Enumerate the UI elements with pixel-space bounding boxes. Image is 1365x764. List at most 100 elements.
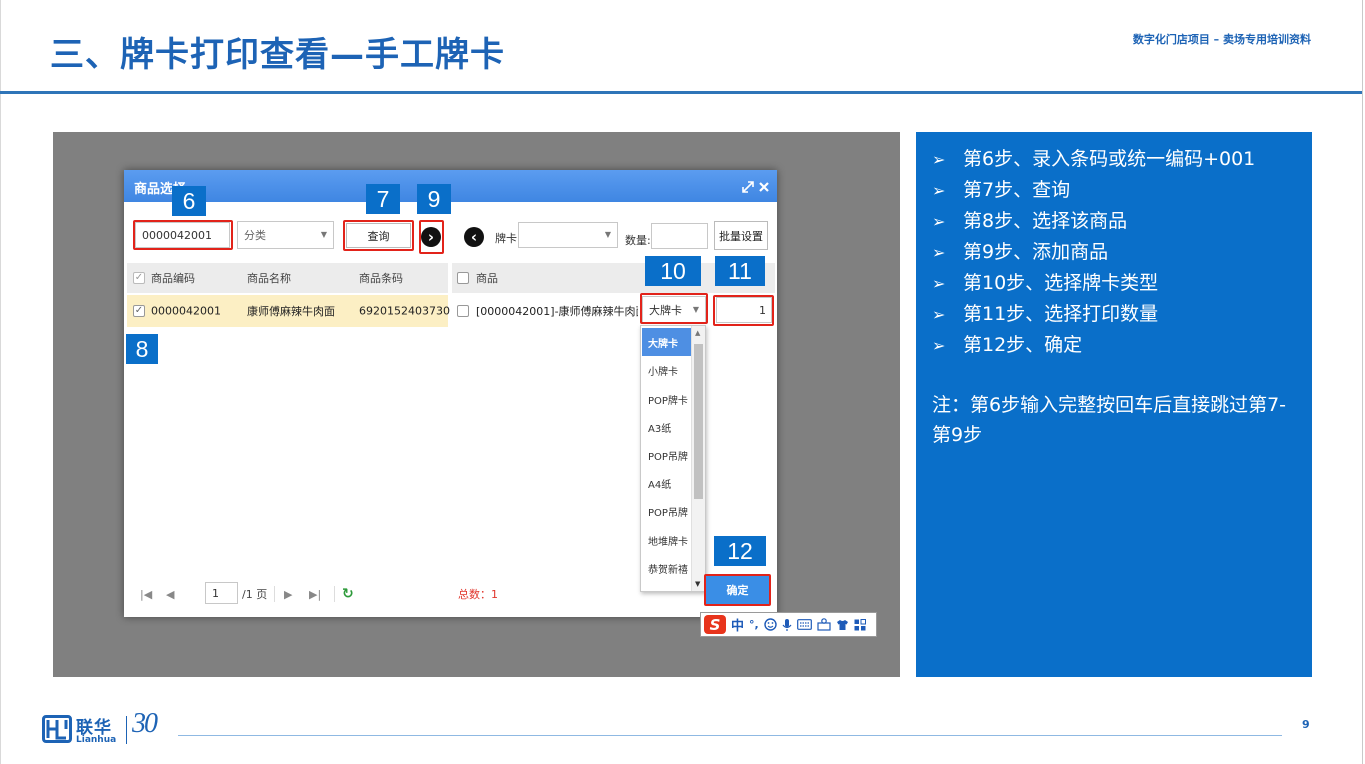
pager-divider xyxy=(274,586,275,602)
slide-left-edge xyxy=(0,0,1,764)
ime-language-toggle[interactable]: 中 xyxy=(731,615,744,634)
step-item: ➢ 第10步、选择牌卡类型 xyxy=(932,268,1158,295)
row-name: 康师傅麻辣牛肉面 xyxy=(247,305,335,318)
option-item[interactable]: A3纸 xyxy=(642,413,692,441)
slide: 三、牌卡打印查看—手工牌卡 数字化门店项目 – 卖场专用培训资料 商品选择 00… xyxy=(0,0,1365,764)
slide-subtitle: 数字化门店项目 – 卖场专用培训资料 xyxy=(1132,33,1311,46)
keyboard-icon[interactable] xyxy=(796,619,812,630)
batch-quantity-input[interactable] xyxy=(651,223,708,249)
option-item[interactable]: 恭贺新禧 xyxy=(642,554,692,582)
arrow-bullet-icon: ➢ xyxy=(932,336,946,355)
step-item: ➢ 第6步、录入条码或统一编码+001 xyxy=(932,144,1255,171)
step-text: 第8步、选择该商品 xyxy=(963,210,1128,232)
card-type-batch-select[interactable]: ▼ xyxy=(518,222,618,248)
skin-shirt-icon[interactable] xyxy=(836,619,849,631)
microphone-icon[interactable] xyxy=(782,618,792,632)
row-checkbox[interactable] xyxy=(457,305,469,317)
ime-toolbar: S 中 °, xyxy=(700,612,877,637)
product-select-dialog: 商品选择 0000042001 分类 ▼ 查询 › ‹ 牌卡: ▼ 数量: 批量… xyxy=(124,170,777,617)
chevron-down-icon: ▼ xyxy=(320,230,327,239)
step-item: ➢ 第11步、选择打印数量 xyxy=(932,299,1158,326)
dropdown-scroll-thumb[interactable] xyxy=(694,344,703,499)
card-label: 牌卡: xyxy=(495,232,521,245)
prev-page-icon[interactable]: ◀ xyxy=(166,583,174,605)
first-page-icon[interactable]: |◀ xyxy=(140,583,152,605)
steps-panel: ➢ 第6步、录入条码或统一编码+001 ➢ 第7步、查询 ➢ 第8步、选择该商品 ➢ 第… xyxy=(916,132,1312,677)
pager-divider xyxy=(334,586,335,602)
menu-grid-icon[interactable] xyxy=(854,618,866,631)
header-divider xyxy=(0,91,1362,94)
left-grid-header: ✓ 商品编码 商品名称 商品条码 xyxy=(127,263,448,293)
last-page-icon[interactable]: ▶| xyxy=(309,583,321,605)
chevron-left-icon: ‹ xyxy=(470,227,478,246)
anniversary-mark: 30 xyxy=(132,708,158,739)
arrow-bullet-icon: ➢ xyxy=(932,305,946,324)
option-item[interactable]: 地堆牌卡 xyxy=(642,526,692,554)
page-number-input[interactable]: 1 xyxy=(205,582,238,604)
expand-icon[interactable] xyxy=(741,179,755,193)
smiley-icon[interactable] xyxy=(764,618,777,631)
highlight-box-query-button xyxy=(343,220,414,251)
chevron-down-icon: ▼ xyxy=(604,230,611,239)
arrow-bullet-icon: ➢ xyxy=(932,181,946,200)
step-text: 第9步、添加商品 xyxy=(963,241,1109,263)
card-type-dropdown-list: 大牌卡 小牌卡 POP牌卡 A3纸 POP吊牌 A4纸 POP吊牌 地堆牌卡 恭… xyxy=(640,325,706,592)
total-pages-label: /1 页 xyxy=(242,588,268,601)
table-row[interactable]: ✓ 0000042001 康师傅麻辣牛肉面 6920152403730 xyxy=(127,295,450,327)
note-text: 注：第6步输入完整按回车后直接跳过第7-第9步 xyxy=(932,394,1287,446)
refresh-icon[interactable]: ↻ xyxy=(342,583,354,605)
step-text: 第6步、录入条码或统一编码+001 xyxy=(963,148,1256,170)
select-all-checkbox-right[interactable] xyxy=(457,272,469,284)
step-marker-9: 9 xyxy=(417,184,451,214)
scroll-up-icon[interactable]: ▲ xyxy=(695,329,700,337)
column-header-product: 商品 xyxy=(476,272,498,285)
step-text: 第12步、确定 xyxy=(963,334,1083,356)
step-text: 第11步、选择打印数量 xyxy=(963,303,1159,325)
arrow-bullet-icon: ➢ xyxy=(932,243,946,262)
sogou-logo-icon[interactable]: S xyxy=(704,615,726,634)
page-number: 9 xyxy=(1302,718,1310,731)
option-item[interactable]: 大牌卡 xyxy=(642,328,692,356)
remove-product-arrow-button[interactable]: ‹ xyxy=(464,227,484,247)
column-header-code: 商品编码 xyxy=(151,272,195,285)
total-count-label: 总数：1 xyxy=(458,588,498,601)
step-marker-12: 12 xyxy=(714,536,766,566)
highlight-box-add-button xyxy=(419,220,444,254)
dropdown-scrollbar[interactable]: ▲ ▼ xyxy=(691,326,705,591)
arrow-bullet-icon: ➢ xyxy=(932,212,946,231)
step-marker-10: 10 xyxy=(645,256,701,286)
toolbox-icon[interactable] xyxy=(817,618,831,631)
highlight-box-quantity xyxy=(713,295,774,326)
step-marker-7: 7 xyxy=(366,184,400,214)
row-code: 0000042001 xyxy=(151,304,221,318)
slide-title: 三、牌卡打印查看—手工牌卡 xyxy=(50,35,505,75)
column-header-name: 商品名称 xyxy=(247,272,291,285)
column-header-barcode: 商品条码 xyxy=(359,272,403,285)
next-page-icon[interactable]: ▶ xyxy=(284,583,292,605)
ime-punctuation-toggle[interactable]: °, xyxy=(749,618,759,631)
select-all-checkbox-left[interactable]: ✓ xyxy=(133,272,145,284)
step-text: 第10步、选择牌卡类型 xyxy=(963,272,1159,294)
option-item[interactable]: POP吊牌 xyxy=(642,441,692,469)
close-icon[interactable] xyxy=(757,179,771,193)
step-marker-6: 6 xyxy=(172,186,206,216)
row-barcode: 6920152403730 xyxy=(359,304,450,318)
option-item[interactable]: 小牌卡 xyxy=(642,356,692,384)
highlight-box-code-input xyxy=(133,220,233,250)
category-select[interactable]: 分类 ▼ xyxy=(237,221,334,249)
arrow-bullet-icon: ➢ xyxy=(932,150,946,169)
highlight-box-card-type xyxy=(640,293,708,324)
step-item: ➢ 第12步、确定 xyxy=(932,330,1082,357)
arrow-bullet-icon: ➢ xyxy=(932,274,946,293)
slide-right-edge xyxy=(1362,0,1363,764)
quantity-label: 数量: xyxy=(625,234,651,247)
option-item[interactable]: A4纸 xyxy=(642,469,692,497)
table-row[interactable]: [0000042001]-康师傅麻辣牛肉面-[6920... xyxy=(452,295,638,327)
option-item[interactable]: POP吊牌 xyxy=(642,497,692,525)
batch-setting-button[interactable]: 批量设置 xyxy=(714,221,768,250)
row-checkbox[interactable]: ✓ xyxy=(133,305,145,317)
option-item[interactable]: POP牌卡 xyxy=(642,385,692,413)
highlight-box-confirm xyxy=(704,574,771,606)
step-text: 第7步、查询 xyxy=(963,179,1071,201)
scroll-down-icon[interactable]: ▼ xyxy=(695,580,700,588)
